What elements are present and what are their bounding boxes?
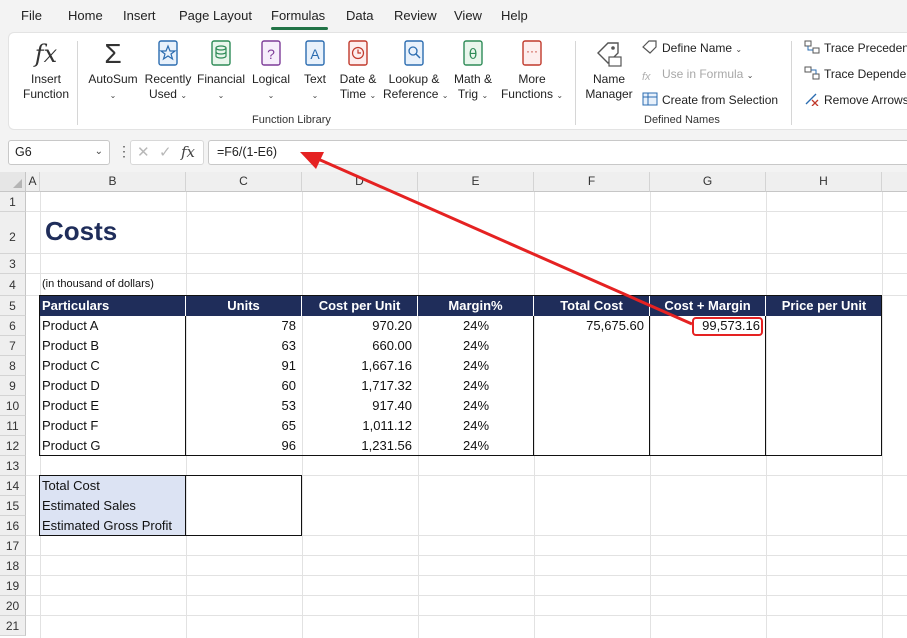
- arrow-line: [317, 157, 693, 326]
- annotation-arrow: [300, 152, 693, 326]
- excel-window: File Home Insert Page Layout Formulas Da…: [0, 0, 907, 638]
